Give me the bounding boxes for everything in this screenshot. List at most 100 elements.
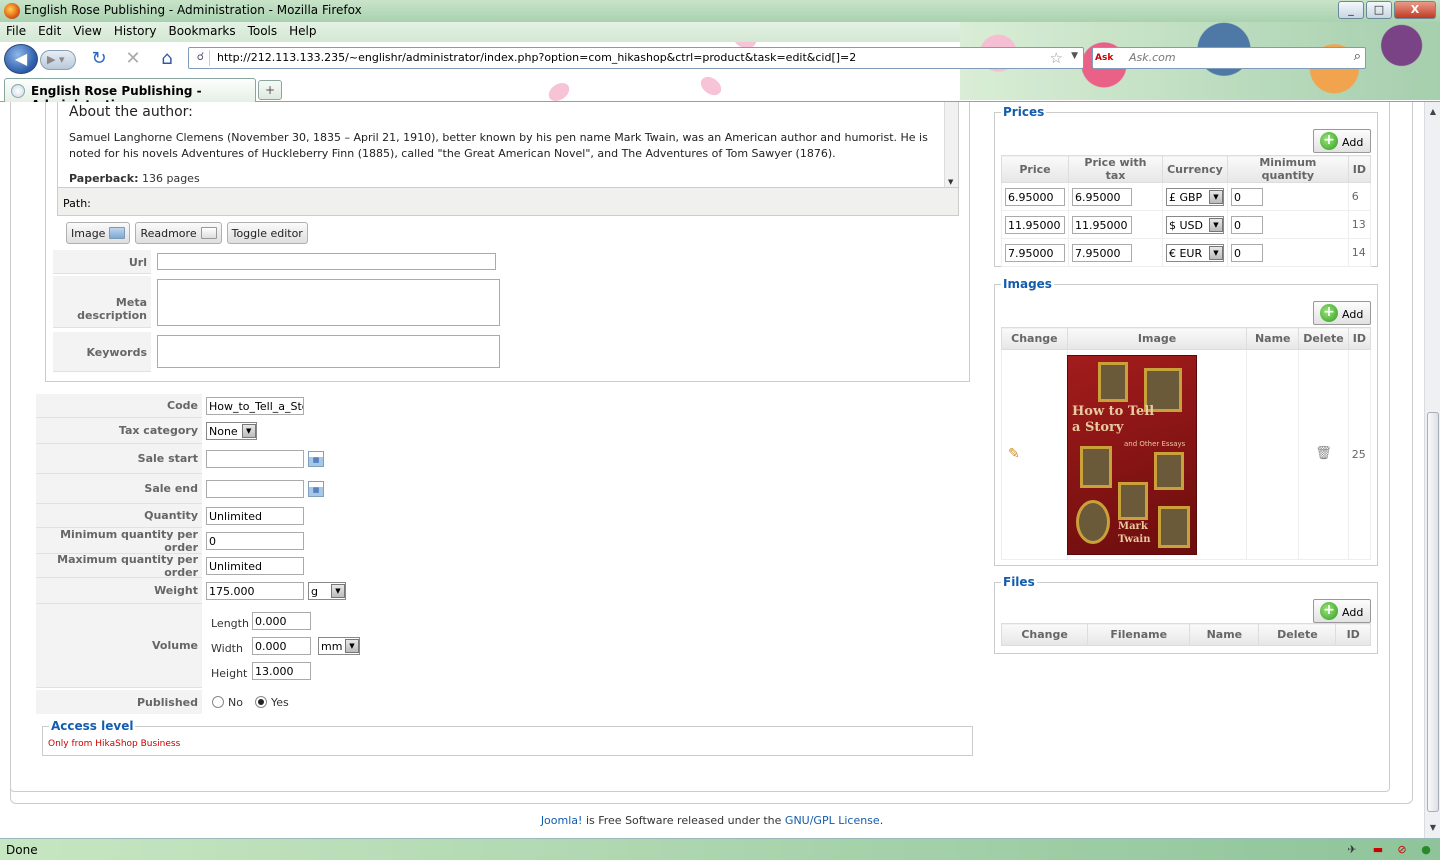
access-level-value: Only from HikaShop Business bbox=[48, 739, 181, 749]
col-id: ID bbox=[1335, 623, 1371, 646]
min-quantity-input[interactable]: 0 bbox=[206, 532, 304, 550]
weight-unit-select[interactable]: g ▼ bbox=[308, 582, 346, 600]
min-quantity-price-input[interactable]: 0 bbox=[1230, 187, 1263, 206]
back-button[interactable]: ◀ bbox=[4, 44, 38, 74]
currency-select[interactable]: € EUR ▼ bbox=[1165, 243, 1224, 262]
min-quantity-price-input[interactable]: 0 bbox=[1230, 215, 1263, 234]
toggle-editor-button[interactable]: Toggle editor bbox=[226, 222, 308, 244]
published-no-radio[interactable] bbox=[212, 696, 224, 708]
maximize-button[interactable]: □ bbox=[1366, 1, 1392, 19]
edit-image-icon[interactable]: ✎ bbox=[1008, 446, 1020, 462]
block-icon[interactable]: ⊘ bbox=[1394, 842, 1410, 858]
add-file-button[interactable]: + Add bbox=[1313, 599, 1371, 623]
page-footer: Joomla! is Free Software released under … bbox=[0, 814, 1424, 827]
image-button[interactable]: Image bbox=[66, 222, 131, 244]
status-ok-icon[interactable]: ● bbox=[1418, 842, 1434, 858]
length-input[interactable]: 0.000 bbox=[252, 612, 311, 630]
scrollbar-thumb[interactable] bbox=[1427, 412, 1439, 812]
menu-history[interactable]: History bbox=[108, 22, 163, 38]
menu-tools[interactable]: Tools bbox=[242, 22, 284, 38]
min-quantity-label: Minimum quantity per order bbox=[36, 528, 202, 554]
scroll-down-icon[interactable]: ▼ bbox=[1426, 820, 1440, 836]
menu-help[interactable]: Help bbox=[283, 22, 322, 38]
add-price-button[interactable]: + Add bbox=[1313, 129, 1371, 153]
flag-icon[interactable]: ▬ bbox=[1370, 842, 1386, 858]
search-icon[interactable]: ⌕ bbox=[1354, 49, 1361, 64]
currency-select[interactable]: £ GBP ▼ bbox=[1165, 187, 1224, 206]
stop-icon[interactable]: ✕ bbox=[122, 48, 144, 70]
col-price: Price bbox=[1001, 155, 1069, 183]
add-icon: + bbox=[1320, 132, 1338, 150]
status-bar: Done ✈ ▬ ⊘ ● bbox=[0, 838, 1440, 860]
scroll-down-icon[interactable]: ▼ bbox=[948, 178, 953, 186]
readmore-button[interactable]: Readmore bbox=[135, 222, 222, 244]
volume-unit-select[interactable]: mm ▼ bbox=[318, 637, 360, 655]
description-editor[interactable]: About the author: Samuel Langhorne Cleme… bbox=[57, 102, 959, 188]
width-input[interactable]: 0.000 bbox=[252, 637, 311, 655]
quantity-input[interactable]: Unlimited bbox=[206, 507, 304, 525]
site-identity-icon[interactable]: ☌ bbox=[192, 50, 210, 66]
table-row: 7.95000 7.95000 € EUR ▼ 0 14 bbox=[1001, 238, 1372, 267]
url-dropdown-icon[interactable]: ▼ bbox=[1071, 51, 1078, 61]
book-cover-image[interactable]: How to Tell a Story and Other Essays Mar… bbox=[1067, 355, 1197, 555]
published-yes-radio[interactable] bbox=[254, 696, 267, 708]
url-input[interactable] bbox=[157, 253, 496, 270]
tab-administration[interactable]: English Rose Publishing - Administrati..… bbox=[4, 78, 256, 112]
scroll-up-icon[interactable]: ▲ bbox=[1426, 104, 1440, 120]
reload-icon[interactable]: ↻ bbox=[88, 48, 110, 70]
search-placeholder: Ask.com bbox=[1129, 51, 1176, 64]
menu-view[interactable]: View bbox=[67, 22, 107, 38]
currency-select[interactable]: $ USD ▼ bbox=[1165, 215, 1224, 234]
col-id: ID bbox=[1347, 327, 1372, 350]
price-id: 14 bbox=[1347, 238, 1372, 267]
price-with-tax-input[interactable]: 7.95000 bbox=[1072, 243, 1132, 262]
editor-scrollbar[interactable]: ▼ bbox=[944, 102, 958, 187]
keywords-input[interactable] bbox=[157, 335, 500, 368]
weight-input[interactable]: 175.000 bbox=[206, 582, 304, 600]
menu-edit[interactable]: Edit bbox=[32, 22, 67, 38]
max-quantity-input[interactable]: Unlimited bbox=[206, 557, 304, 575]
minimize-button[interactable]: _ bbox=[1338, 1, 1364, 19]
portrait-frame bbox=[1154, 452, 1184, 490]
height-input[interactable]: 13.000 bbox=[252, 662, 311, 680]
tax-category-select[interactable]: None ▼ bbox=[206, 422, 257, 440]
price-input[interactable]: 7.95000 bbox=[1005, 243, 1065, 262]
forward-button[interactable]: ▶ ▾ bbox=[40, 50, 76, 70]
calendar-icon[interactable]: ▦ bbox=[308, 451, 324, 467]
price-input[interactable]: 11.95000 bbox=[1005, 215, 1065, 234]
col-image: Image bbox=[1066, 327, 1248, 350]
navigation-toolbar: ◀ ▶ ▾ ↻ ✕ ⌂ ☌ http://212.113.133.235/~en… bbox=[0, 42, 1440, 76]
editor-path-bar: Path: bbox=[57, 188, 959, 216]
sale-end-input[interactable] bbox=[206, 480, 304, 498]
search-bar[interactable]: Ask Ask.com ⌕ bbox=[1092, 47, 1366, 69]
min-quantity-price-input[interactable]: 0 bbox=[1230, 243, 1263, 262]
code-input[interactable]: How_to_Tell_a_Story bbox=[206, 397, 304, 415]
add-image-button[interactable]: + Add bbox=[1313, 301, 1371, 325]
delete-image-icon[interactable]: 🗑 bbox=[1315, 446, 1332, 461]
price-with-tax-input[interactable]: 6.95000 bbox=[1072, 187, 1132, 206]
meta-description-input[interactable] bbox=[157, 279, 500, 326]
addon-icon[interactable]: ✈ bbox=[1344, 842, 1360, 858]
price-with-tax-input[interactable]: 11.95000 bbox=[1072, 215, 1132, 234]
cover-subtitle: and Other Essays bbox=[1124, 440, 1186, 448]
close-button[interactable]: X bbox=[1394, 1, 1436, 19]
home-icon[interactable]: ⌂ bbox=[156, 48, 178, 70]
gpl-license-link[interactable]: GNU/GPL License bbox=[785, 814, 880, 827]
url-bar[interactable]: ☌ http://212.113.133.235/~englishr/admin… bbox=[188, 47, 1084, 69]
page-scrollbar[interactable]: ▲ ▼ bbox=[1424, 102, 1440, 838]
bookmark-star-icon[interactable]: ☆ bbox=[1050, 49, 1063, 67]
paperback-label: Paperback: bbox=[69, 172, 139, 185]
calendar-icon[interactable]: ▦ bbox=[308, 481, 324, 497]
menu-file[interactable]: File bbox=[0, 22, 32, 38]
col-change: Change bbox=[1001, 327, 1068, 350]
page-content: About the author: Samuel Langhorne Cleme… bbox=[0, 102, 1424, 838]
width-label: Width bbox=[211, 642, 243, 655]
volume-unit-value: mm bbox=[321, 640, 343, 653]
sale-start-input[interactable] bbox=[206, 450, 304, 468]
joomla-link[interactable]: Joomla! bbox=[541, 814, 583, 827]
search-engine-icon[interactable]: Ask bbox=[1095, 50, 1121, 66]
menu-bookmarks[interactable]: Bookmarks bbox=[163, 22, 242, 38]
dropdown-arrow-icon: ▼ bbox=[241, 424, 256, 438]
price-input[interactable]: 6.95000 bbox=[1005, 187, 1065, 206]
new-tab-button[interactable]: + bbox=[258, 80, 282, 100]
